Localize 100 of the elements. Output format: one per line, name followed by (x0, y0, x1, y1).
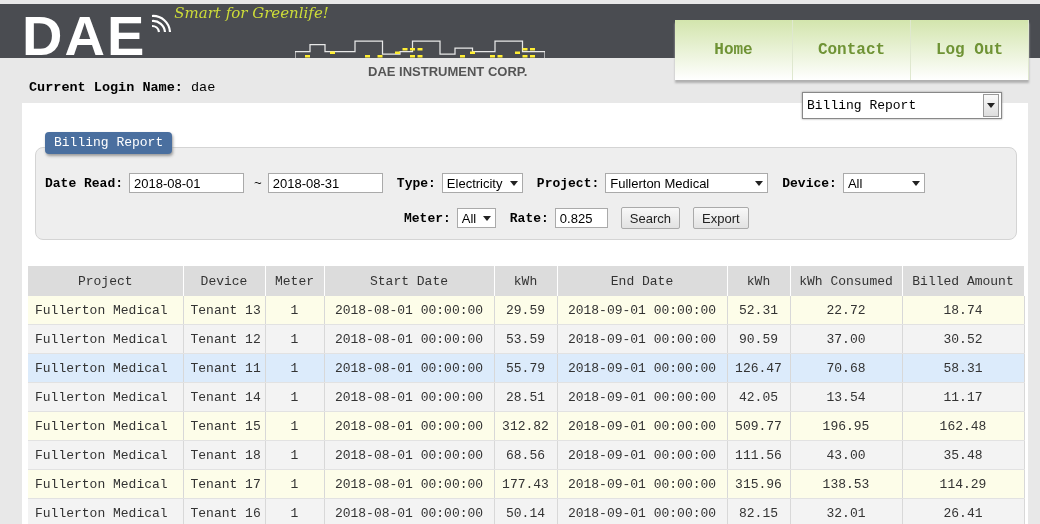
export-button[interactable]: Export (693, 207, 749, 229)
table-cell: Fullerton Medical (28, 382, 183, 412)
table-cell: 28.51 (494, 382, 557, 412)
table-cell: 90.59 (727, 324, 790, 354)
table-row[interactable]: Fullerton Medical Tenant 15 1 2018-08-01 00:00:00 312.82 2018-09-01 00:00:00 509.77 196.95 162.48 (28, 411, 1024, 441)
table-cell: 509.77 (727, 411, 790, 441)
table-cell: 22.72 (790, 296, 902, 325)
table-cell: 1 (265, 411, 324, 441)
table-cell: 138.53 (790, 469, 902, 499)
report-dropdown[interactable]: Billing Report (802, 92, 1002, 119)
table-cell: 43.00 (790, 440, 902, 470)
table-cell: 55.79 (494, 353, 557, 383)
table-cell: 2018-08-01 00:00:00 (324, 498, 494, 524)
table-cell: 32.01 (790, 498, 902, 524)
date-field[interactable]: 2018-08-01 (129, 173, 244, 193)
table-row[interactable]: Fullerton Medical Tenant 16 1 2018-08-01 00:00:00 50.14 2018-09-01 00:00:00 82.15 32.01 26.41 (28, 498, 1024, 524)
table-cell: 1 (265, 353, 324, 383)
table-cell: 2018-09-01 00:00:00 (557, 440, 727, 470)
table-cell: 13.54 (790, 382, 902, 412)
table-cell: 58.31 (902, 353, 1024, 383)
logo: DAE (22, 12, 147, 60)
field-label: Device: (782, 175, 837, 191)
device-dropdown[interactable]: All (842, 173, 925, 193)
project-dropdown[interactable]: Fullerton Medical (605, 173, 769, 193)
table-cell: 312.82 (494, 411, 557, 441)
type-dropdown[interactable]: Electricity (441, 173, 523, 193)
table-cell: Tenant 18 (183, 440, 265, 470)
table-cell: 30.52 (902, 324, 1024, 354)
login-name: dae (190, 80, 216, 95)
table-cell: 2018-09-01 00:00:00 (557, 382, 727, 412)
table-cell: 2018-08-01 00:00:00 (324, 296, 494, 325)
panel-title: Billing Report (45, 132, 173, 154)
table-row[interactable]: Fullerton Medical Tenant 11 1 2018-08-01 00:00:00 55.79 2018-09-01 00:00:00 126.47 70.68 58.31 (28, 353, 1024, 383)
table-cell: 315.96 (727, 469, 790, 499)
field-label: Type: (396, 175, 436, 191)
column-header[interactable]: Meter (265, 266, 324, 296)
date-field[interactable]: 2018-08-31 (267, 173, 383, 193)
column-header[interactable]: kWh (494, 266, 557, 296)
table-cell: Fullerton Medical (28, 498, 183, 524)
table-cell: 2018-08-01 00:00:00 (324, 440, 494, 470)
table-cell: Fullerton Medical (28, 324, 183, 354)
table-cell: 2018-09-01 00:00:00 (557, 411, 727, 441)
table-cell: 111.56 (727, 440, 790, 470)
login-label: Current Login Name: (29, 80, 183, 95)
table-cell: Fullerton Medical (28, 411, 183, 441)
tagline: Smart for Greenlife! (174, 4, 329, 22)
table-row[interactable]: Fullerton Medical Tenant 17 1 2018-08-01 00:00:00 177.43 2018-09-01 00:00:00 315.96 138.53 114.29 (28, 469, 1024, 499)
table-cell: 2018-08-01 00:00:00 (324, 382, 494, 412)
table-cell: Tenant 11 (183, 353, 265, 383)
table-cell: 162.48 (902, 411, 1024, 441)
table-cell: 53.59 (494, 324, 557, 354)
table-row[interactable]: Fullerton Medical Tenant 13 1 2018-08-01 00:00:00 29.59 2018-09-01 00:00:00 52.31 22.72 18.74 (28, 296, 1024, 325)
table-cell: 26.41 (902, 498, 1024, 524)
table-cell: Tenant 13 (183, 296, 265, 325)
table-cell: 2018-09-01 00:00:00 (557, 296, 727, 325)
table-row[interactable]: Fullerton Medical Tenant 12 1 2018-08-01 00:00:00 53.59 2018-09-01 00:00:00 90.59 37.00 30.52 (28, 324, 1024, 354)
table-cell: 1 (265, 296, 324, 325)
table-cell: 11.17 (902, 382, 1024, 412)
table-cell: 196.95 (790, 411, 902, 441)
column-header[interactable]: Start Date (324, 266, 494, 296)
field-label: Rate: (509, 210, 549, 226)
table-row[interactable]: Fullerton Medical Tenant 18 1 2018-08-01 00:00:00 68.56 2018-09-01 00:00:00 111.56 43.00 35.48 (28, 440, 1024, 470)
column-header[interactable]: kWh (727, 266, 790, 296)
dropdown-button[interactable] (983, 94, 999, 117)
table-cell: 177.43 (494, 469, 557, 499)
table-cell: Fullerton Medical (28, 353, 183, 383)
table-cell: Fullerton Medical (28, 469, 183, 499)
table-cell: 2018-08-01 00:00:00 (324, 411, 494, 441)
table-row[interactable]: Fullerton Medical Tenant 14 1 2018-08-01 00:00:00 28.51 2018-09-01 00:00:00 42.05 13.54 11.17 (28, 382, 1024, 412)
field-label: Meter: (404, 210, 451, 226)
table-cell: 52.31 (727, 296, 790, 325)
table-cell: 29.59 (494, 296, 557, 325)
column-header[interactable]: Billed Amount (902, 266, 1024, 296)
rate-field[interactable]: 0.825 (554, 208, 608, 228)
field-label: Project: (536, 175, 600, 191)
table-cell: 1 (265, 382, 324, 412)
column-header[interactable]: Project (28, 266, 183, 296)
column-header[interactable]: Device (183, 266, 265, 296)
table-cell: 1 (265, 440, 324, 470)
table-cell: 2018-09-01 00:00:00 (557, 498, 727, 524)
column-header[interactable]: End Date (557, 266, 727, 296)
column-header[interactable]: kWh Consumed (790, 266, 902, 296)
table-cell: 18.74 (902, 296, 1024, 325)
table-cell: 42.05 (727, 382, 790, 412)
table-cell: Fullerton Medical (28, 296, 183, 325)
table-cell: 2018-08-01 00:00:00 (324, 353, 494, 383)
table-cell: Tenant 17 (183, 469, 265, 499)
table-cell: 2018-08-01 00:00:00 (324, 324, 494, 354)
table-cell: 68.56 (494, 440, 557, 470)
table-cell: 2018-09-01 00:00:00 (557, 353, 727, 383)
search-button[interactable]: Search (620, 207, 681, 229)
table-cell: 2018-09-01 00:00:00 (557, 324, 727, 354)
table-cell: 114.29 (902, 469, 1024, 499)
table-cell: Tenant 14 (183, 382, 265, 412)
meter-dropdown[interactable]: All (456, 208, 496, 228)
table-cell: 2018-08-01 00:00:00 (324, 469, 494, 499)
table-cell: 35.48 (902, 440, 1024, 470)
company-name: DAE INSTRUMENT CORP. (368, 64, 528, 79)
table-cell: Tenant 16 (183, 498, 265, 524)
table-cell: Tenant 12 (183, 324, 265, 354)
